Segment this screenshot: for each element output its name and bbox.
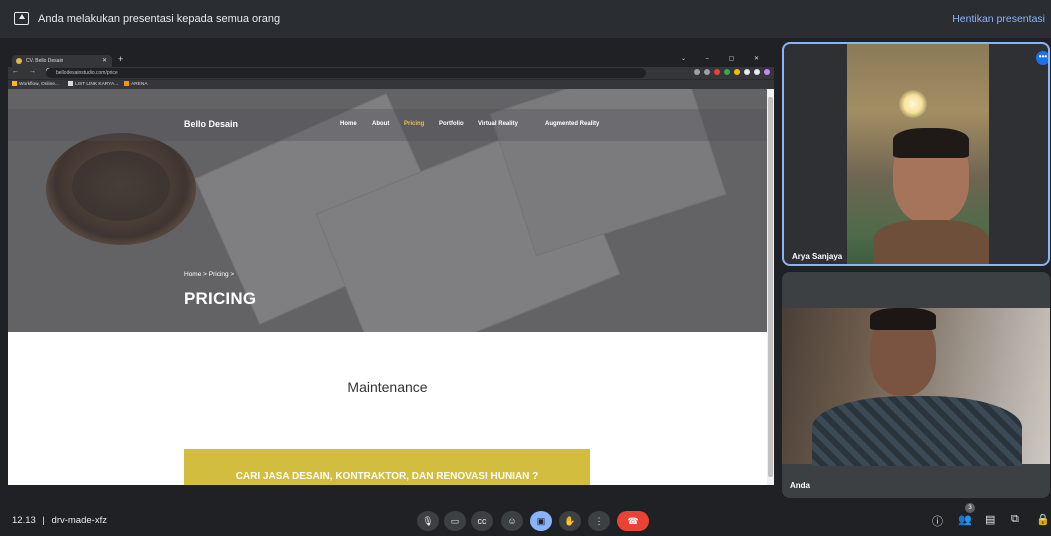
nav-about[interactable]: About xyxy=(372,121,389,127)
bookmarks-bar: Workflow, Onlinе... LIST LINK KARYA... A… xyxy=(8,79,774,89)
site-brand[interactable]: Bello Desain xyxy=(184,119,238,129)
separator: | xyxy=(42,515,45,526)
meeting-controls-bar: 12.13 | drv-made-xfz 🎙 ▭ cc ☺ ▣ ✋ ⋮ ☎ ⓘ … xyxy=(0,500,1051,536)
bookmark-icon xyxy=(68,81,73,86)
nav-pricing[interactable]: Pricing xyxy=(404,121,424,127)
people-icon[interactable]: 👥 xyxy=(958,513,972,526)
page-title: PRICING xyxy=(184,289,257,308)
tab-title: CV. Bello Desain xyxy=(26,58,64,64)
url-text: bellodesainstudio.com/price xyxy=(56,70,118,76)
hero-banner: Bello Desain Home About Pricing Portfoli… xyxy=(8,89,767,332)
participant-tile-self[interactable]: Anda xyxy=(782,272,1050,498)
emoji-icon[interactable]: ☺ xyxy=(501,511,523,531)
scrollbar-thumb[interactable] xyxy=(768,97,773,477)
participant-video xyxy=(782,308,1050,466)
nav-virtual-reality[interactable]: Virtual Reality xyxy=(478,121,518,127)
close-tab-icon[interactable]: ✕ xyxy=(102,57,107,64)
bookmark-item[interactable]: Workflow, Onlinе... xyxy=(12,81,59,87)
bookmark-item[interactable]: ARENA xyxy=(124,81,148,87)
more-options-icon[interactable]: ⋮ xyxy=(588,511,610,531)
participant-name: Anda xyxy=(790,481,810,490)
cta-text: CARI JASA DESAIN, KONTRAKTOR, DAN RENOVA… xyxy=(235,471,539,482)
stop-presenting-button[interactable]: Hentikan presentasi xyxy=(952,13,1045,25)
favicon-icon xyxy=(16,58,22,64)
extension-icon[interactable] xyxy=(714,69,720,75)
presentation-bar: Anda melakukan presentasi kepada semua o… xyxy=(0,0,1051,38)
raise-hand-icon[interactable]: ✋ xyxy=(559,511,581,531)
browser-tab-strip: CV. Bello Desain ✕ + ⌄ – ▢ ✕ xyxy=(8,53,774,67)
star-icon[interactable] xyxy=(704,69,710,75)
nav-portfolio[interactable]: Portfolio xyxy=(439,121,464,127)
browser-tab[interactable]: CV. Bello Desain ✕ xyxy=(12,55,112,67)
bookmark-icon xyxy=(124,81,129,86)
info-icon[interactable]: ⓘ xyxy=(932,513,943,529)
url-field[interactable]: bellodesainstudio.com/price xyxy=(46,68,646,78)
presentation-message: Anda melakukan presentasi kepada semua o… xyxy=(38,13,281,25)
shared-screen: CV. Bello Desain ✕ + ⌄ – ▢ ✕ ← → C bello… xyxy=(8,53,774,485)
new-tab-icon[interactable]: + xyxy=(118,54,123,64)
section-title: Maintenance xyxy=(347,379,428,395)
meeting-time: 12.13 xyxy=(12,515,36,526)
address-bar-row: ← → C bellodesainstudio.com/price xyxy=(8,67,774,79)
sidepanel-icon[interactable] xyxy=(754,69,760,75)
cta-banner[interactable]: CARI JASA DESAIN, KONTRAKTOR, DAN RENOVA… xyxy=(184,449,590,485)
more-options-icon[interactable]: ••• xyxy=(1036,51,1048,65)
host-controls-icon[interactable]: 🔒 xyxy=(1036,513,1050,526)
camera-icon[interactable]: ▭ xyxy=(444,511,466,531)
meeting-info: 12.13 | drv-made-xfz xyxy=(12,515,107,526)
lamp-light xyxy=(899,90,927,118)
mic-icon[interactable]: 🎙 xyxy=(417,511,439,531)
participant-video xyxy=(847,44,989,264)
meeting-code: drv-made-xfz xyxy=(51,515,107,526)
participant-count-badge: 3 xyxy=(965,503,975,513)
activities-icon[interactable]: ⧉ xyxy=(1011,513,1019,526)
bookmark-icon xyxy=(12,81,17,86)
participant-tile-arya[interactable]: ••• Arya Sanjaya xyxy=(782,42,1050,266)
nav-home[interactable]: Home xyxy=(340,121,357,127)
captions-icon[interactable]: cc xyxy=(471,511,493,531)
nav-augmented-reality[interactable]: Augmented Reality xyxy=(545,121,599,127)
avatar-icon[interactable] xyxy=(764,69,770,75)
page-scrollbar[interactable] xyxy=(767,89,774,485)
end-call-icon[interactable]: ☎ xyxy=(617,511,649,531)
extension-icon[interactable] xyxy=(724,69,730,75)
bookmark-item[interactable]: LIST LINK KARYA... xyxy=(68,81,118,87)
share-icon[interactable] xyxy=(694,69,700,75)
present-screen-icon xyxy=(14,12,29,25)
present-icon[interactable]: ▣ xyxy=(530,511,552,531)
extension-icon[interactable] xyxy=(734,69,740,75)
breadcrumb[interactable]: Home > Pricing > xyxy=(184,271,234,278)
window-controls[interactable]: ⌄ – ▢ ✕ xyxy=(681,55,768,62)
participant-name: Arya Sanjaya xyxy=(792,252,843,261)
chat-icon[interactable]: ▤ xyxy=(985,513,995,526)
extension-icons[interactable] xyxy=(694,69,770,75)
puzzle-icon[interactable] xyxy=(744,69,750,75)
